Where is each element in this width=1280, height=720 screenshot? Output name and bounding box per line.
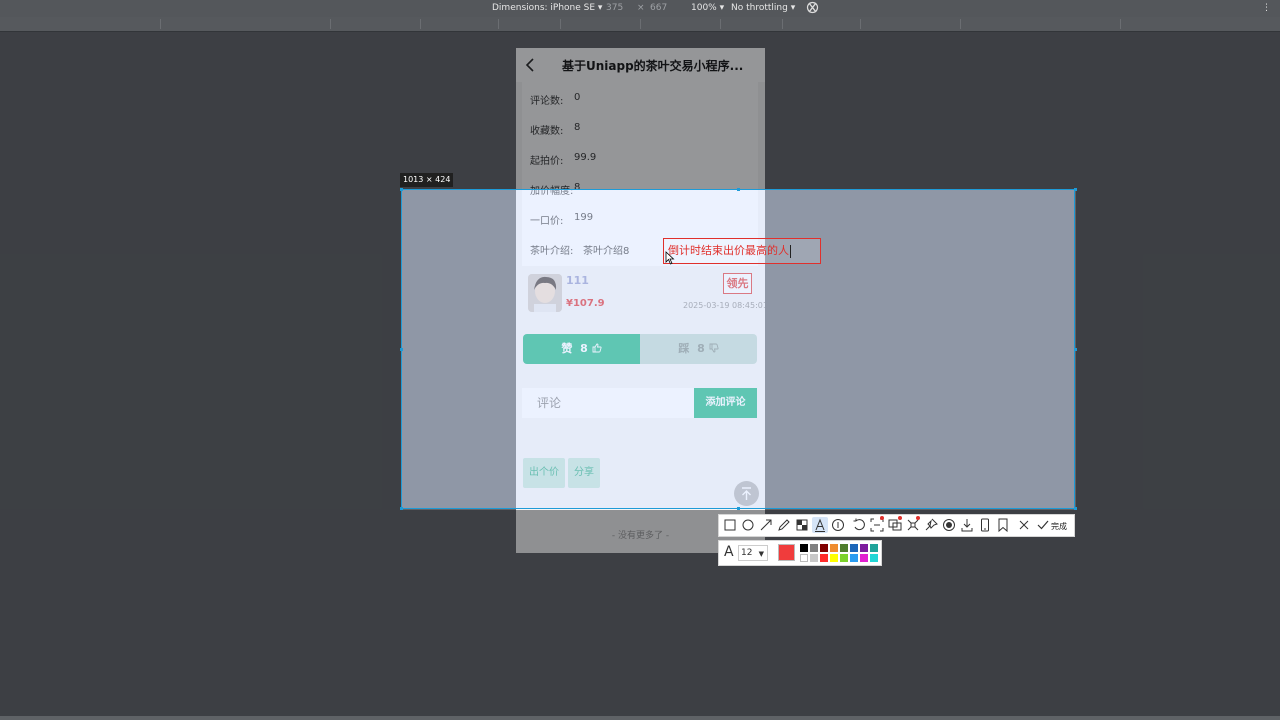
capture-selection[interactable] — [401, 189, 1075, 509]
resize-handle[interactable] — [1074, 188, 1077, 191]
confirm-check-icon[interactable] — [1035, 517, 1051, 533]
device-height-input[interactable]: 667 — [650, 3, 667, 13]
resize-handle[interactable] — [400, 188, 403, 191]
record-icon[interactable] — [941, 517, 957, 533]
undo-icon[interactable] — [851, 517, 867, 533]
color-swatch[interactable] — [830, 554, 838, 562]
selection-size-label: 1013 × 424 — [400, 173, 454, 187]
done-button[interactable]: 完成 — [1051, 521, 1067, 532]
rotate-icon[interactable] — [806, 0, 819, 18]
resize-handle[interactable] — [737, 507, 740, 510]
zoom-dropdown[interactable]: 100% ▾ — [691, 3, 724, 13]
resize-handle[interactable] — [737, 188, 740, 191]
dimension-times-sign: × — [637, 3, 645, 13]
pin-icon[interactable] — [923, 517, 939, 533]
color-swatch[interactable] — [810, 544, 818, 552]
device-width-input[interactable]: 375 — [606, 3, 623, 13]
resize-handle[interactable] — [400, 348, 403, 351]
color-swatch[interactable] — [860, 554, 868, 562]
color-swatch[interactable] — [800, 544, 808, 552]
capture-mask-right — [1076, 189, 1280, 510]
resize-handle[interactable] — [400, 507, 403, 510]
download-icon[interactable] — [959, 517, 975, 533]
rectangle-tool-icon[interactable] — [722, 517, 738, 533]
font-icon: A — [724, 544, 734, 560]
color-swatch[interactable] — [850, 554, 858, 562]
color-swatch[interactable] — [840, 554, 848, 562]
current-color-swatch[interactable] — [778, 544, 795, 561]
font-size-select[interactable]: 12 ▼ — [738, 545, 768, 561]
new-feature-dot — [880, 516, 884, 520]
mouse-cursor-icon — [665, 250, 675, 265]
resize-handle[interactable] — [1074, 507, 1077, 510]
cancel-icon[interactable] — [1016, 517, 1032, 533]
devtools-toolbar: Dimensions: iPhone SE ▾ 375 × 667 100% ▾… — [0, 0, 1280, 17]
mosaic-tool-icon[interactable] — [794, 517, 810, 533]
throttling-dropdown[interactable]: No throttling ▾ — [731, 3, 795, 13]
serial-number-tool-icon[interactable] — [830, 517, 846, 533]
color-swatch[interactable] — [800, 554, 808, 562]
device-dimensions-dropdown[interactable]: Dimensions: iPhone SE ▾ — [492, 3, 602, 13]
text-caret — [790, 244, 791, 258]
resize-handle[interactable] — [1074, 348, 1077, 351]
color-swatch[interactable] — [810, 554, 818, 562]
color-swatch[interactable] — [820, 554, 828, 562]
color-swatch[interactable] — [840, 544, 848, 552]
capture-mask-bottom — [0, 510, 1280, 716]
color-swatch[interactable] — [830, 544, 838, 552]
color-swatch[interactable] — [820, 544, 828, 552]
ellipse-tool-icon[interactable] — [740, 517, 756, 533]
device-ruler — [0, 17, 1280, 32]
text-tool-icon[interactable] — [812, 517, 828, 533]
save-to-phone-icon[interactable] — [977, 517, 993, 533]
color-swatch[interactable] — [870, 554, 878, 562]
text-style-bar: A 12 ▼ — [718, 540, 882, 566]
new-feature-dot — [916, 516, 920, 520]
capture-mask-left — [0, 189, 401, 510]
new-feature-dot — [898, 516, 902, 520]
arrow-tool-icon[interactable] — [758, 517, 774, 533]
text-annotation-box[interactable]: 倒计时结束出价最高的人 — [663, 238, 821, 264]
color-swatch[interactable] — [860, 544, 868, 552]
color-swatch[interactable] — [870, 544, 878, 552]
capture-mask-top — [0, 31, 1280, 189]
devtools-more-icon[interactable]: ⋮ — [1262, 3, 1271, 13]
color-swatch[interactable] — [850, 544, 858, 552]
bookmark-icon[interactable] — [995, 517, 1011, 533]
pen-tool-icon[interactable] — [776, 517, 792, 533]
